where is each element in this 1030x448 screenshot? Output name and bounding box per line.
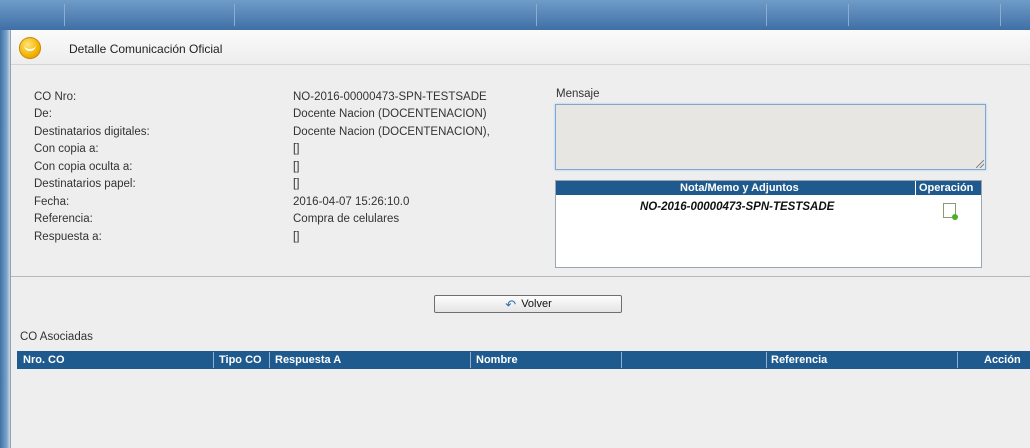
referencia-label: Referencia: (34, 213, 93, 225)
left-edge (0, 30, 10, 448)
back-arrow-icon: ↶ (505, 296, 517, 312)
col-nombre[interactable]: Nombre (476, 354, 518, 366)
co-asociadas-label: CO Asociadas (20, 331, 93, 343)
header-separator (766, 352, 767, 368)
con-copia-value: [] (293, 143, 300, 155)
att-header-operacion: Operación (919, 182, 974, 194)
destinatarios-papel-value: [] (293, 178, 300, 190)
col-referencia[interactable]: Referencia (771, 354, 827, 366)
attachments-table: Nota/Memo y Adjuntos Operación NO-2016-0… (555, 180, 982, 268)
header-separator (269, 352, 270, 368)
referencia-value: Compra de celulares (293, 213, 400, 225)
nav-separator (848, 4, 849, 26)
destinatarios-digitales-value: Docente Nacion (DOCENTENACION), (293, 126, 490, 138)
col-respuesta-a[interactable]: Respuesta A (275, 354, 341, 366)
volver-label: Volver (521, 298, 552, 310)
co-asociadas-header: Nro. CO Tipo CO Respuesta A Nombre Refer… (17, 351, 1030, 369)
mensaje-textarea[interactable] (555, 104, 986, 170)
nav-separator (1000, 4, 1001, 26)
dialog-title: Detalle Comunicación Oficial (69, 42, 223, 56)
attachments-header: Nota/Memo y Adjuntos Operación (556, 181, 981, 195)
volver-button[interactable]: ↶ Volver (434, 295, 622, 313)
col-tipo-co[interactable]: Tipo CO (219, 354, 262, 366)
header-separator (915, 181, 916, 195)
att-header-nota: Nota/Memo y Adjuntos (680, 182, 799, 194)
co-nro-value: NO-2016-00000473-SPN-TESTSADE (293, 91, 487, 103)
nav-separator (234, 4, 235, 26)
fecha-label: Fecha: (34, 196, 70, 208)
nav-separator (766, 4, 767, 26)
resize-grip-icon[interactable] (976, 160, 984, 168)
col-nro-co[interactable]: Nro. CO (23, 354, 65, 366)
attachment-name[interactable]: NO-2016-00000473-SPN-TESTSADE (640, 201, 834, 213)
destinatarios-papel-label: Destinatarios papel: (34, 178, 136, 190)
section-divider (11, 276, 1030, 277)
col-accion[interactable]: Acción (984, 354, 1021, 366)
destinatarios-digitales-label: Destinatarios digitales: (34, 126, 150, 138)
document-add-icon[interactable] (943, 203, 958, 220)
dialog-title-bar: Detalle Comunicación Oficial (11, 30, 1030, 65)
header-separator (213, 352, 214, 368)
smiley-logo-icon (19, 37, 41, 59)
co-nro-label: CO Nro: (34, 91, 77, 103)
top-navigation-bar (0, 0, 1030, 30)
de-label: De: (34, 108, 52, 120)
nav-separator (64, 4, 65, 26)
de-value: Docente Nacion (DOCENTENACION) (293, 108, 487, 120)
mensaje-label: Mensaje (556, 88, 600, 100)
co-asociadas-body (17, 369, 1030, 448)
header-separator (621, 352, 622, 368)
header-separator (957, 352, 958, 368)
nav-separator (536, 4, 537, 26)
con-copia-oculta-value: [] (293, 161, 300, 173)
detail-dialog: Detalle Comunicación Oficial CO Nro: NO-… (10, 30, 1030, 448)
con-copia-label: Con copia a: (34, 143, 99, 155)
respuesta-a-label: Respuesta a: (34, 231, 102, 243)
con-copia-oculta-label: Con copia oculta a: (34, 161, 133, 173)
fecha-value: 2016-04-07 15:26:10.0 (293, 196, 410, 208)
header-separator (470, 352, 471, 368)
respuesta-a-value: [] (293, 231, 300, 243)
